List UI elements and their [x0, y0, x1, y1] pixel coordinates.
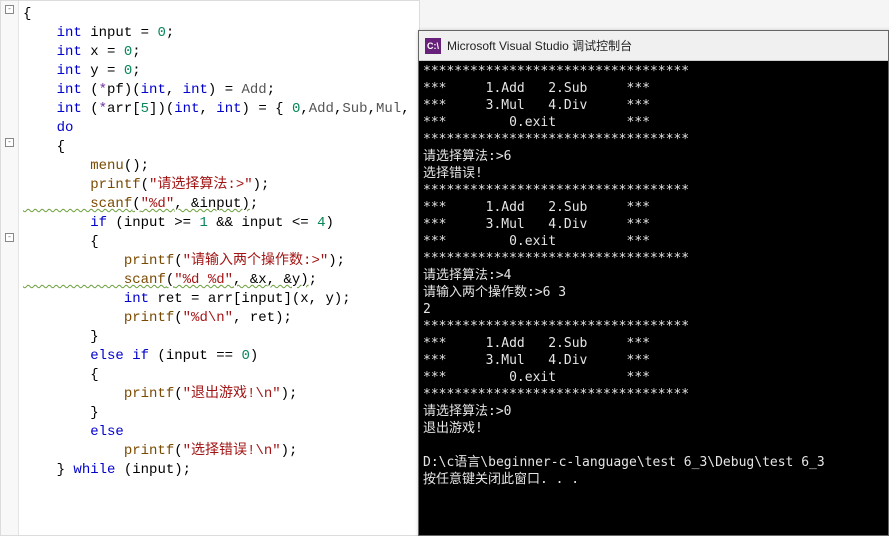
code-line: menu(); [23, 157, 410, 176]
code-line: { [23, 5, 410, 24]
code-line: } [23, 328, 410, 347]
code-line: { [23, 366, 410, 385]
code-line: { [23, 233, 410, 252]
code-line: else if (input == 0) [23, 347, 410, 366]
code-line: int (*arr[5])(int, int) = { 0,Add,Sub,Mu… [23, 100, 410, 119]
code-line: else [23, 423, 410, 442]
code-line: } while (input); [23, 461, 410, 480]
code-content[interactable]: { int input = 0; int x = 0; int y = 0; i… [23, 5, 410, 480]
code-line: int (*pf)(int, int) = Add; [23, 81, 410, 100]
fold-icon[interactable]: - [5, 138, 14, 147]
code-line: int y = 0; [23, 62, 410, 81]
code-line: int x = 0; [23, 43, 410, 62]
console-window: C:\ Microsoft Visual Studio 调试控制台 ******… [418, 30, 889, 536]
code-line: printf("退出游戏!\n"); [23, 385, 410, 404]
code-line: if (input >= 1 && input <= 4) [23, 214, 410, 233]
code-line: do [23, 119, 410, 138]
fold-icon[interactable]: - [5, 233, 14, 242]
code-line: scanf("%d %d", &x, &y); [23, 271, 410, 290]
console-title: Microsoft Visual Studio 调试控制台 [447, 37, 632, 54]
editor-gutter: - - - [1, 1, 19, 535]
code-line: int input = 0; [23, 24, 410, 43]
console-output[interactable]: ********************************** *** 1… [419, 61, 888, 535]
console-icon: C:\ [425, 38, 441, 54]
code-line: } [23, 404, 410, 423]
code-line: printf("%d\n", ret); [23, 309, 410, 328]
console-titlebar[interactable]: C:\ Microsoft Visual Studio 调试控制台 [419, 31, 888, 61]
code-line: printf("请输入两个操作数:>"); [23, 252, 410, 271]
code-line: scanf("%d", &input); [23, 195, 410, 214]
code-line: printf("请选择算法:>"); [23, 176, 410, 195]
fold-icon[interactable]: - [5, 5, 14, 14]
code-line: int ret = arr[input](x, y); [23, 290, 410, 309]
code-line: { [23, 138, 410, 157]
code-line: printf("选择错误!\n"); [23, 442, 410, 461]
code-editor[interactable]: - - - { int input = 0; int x = 0; int y … [0, 0, 420, 536]
